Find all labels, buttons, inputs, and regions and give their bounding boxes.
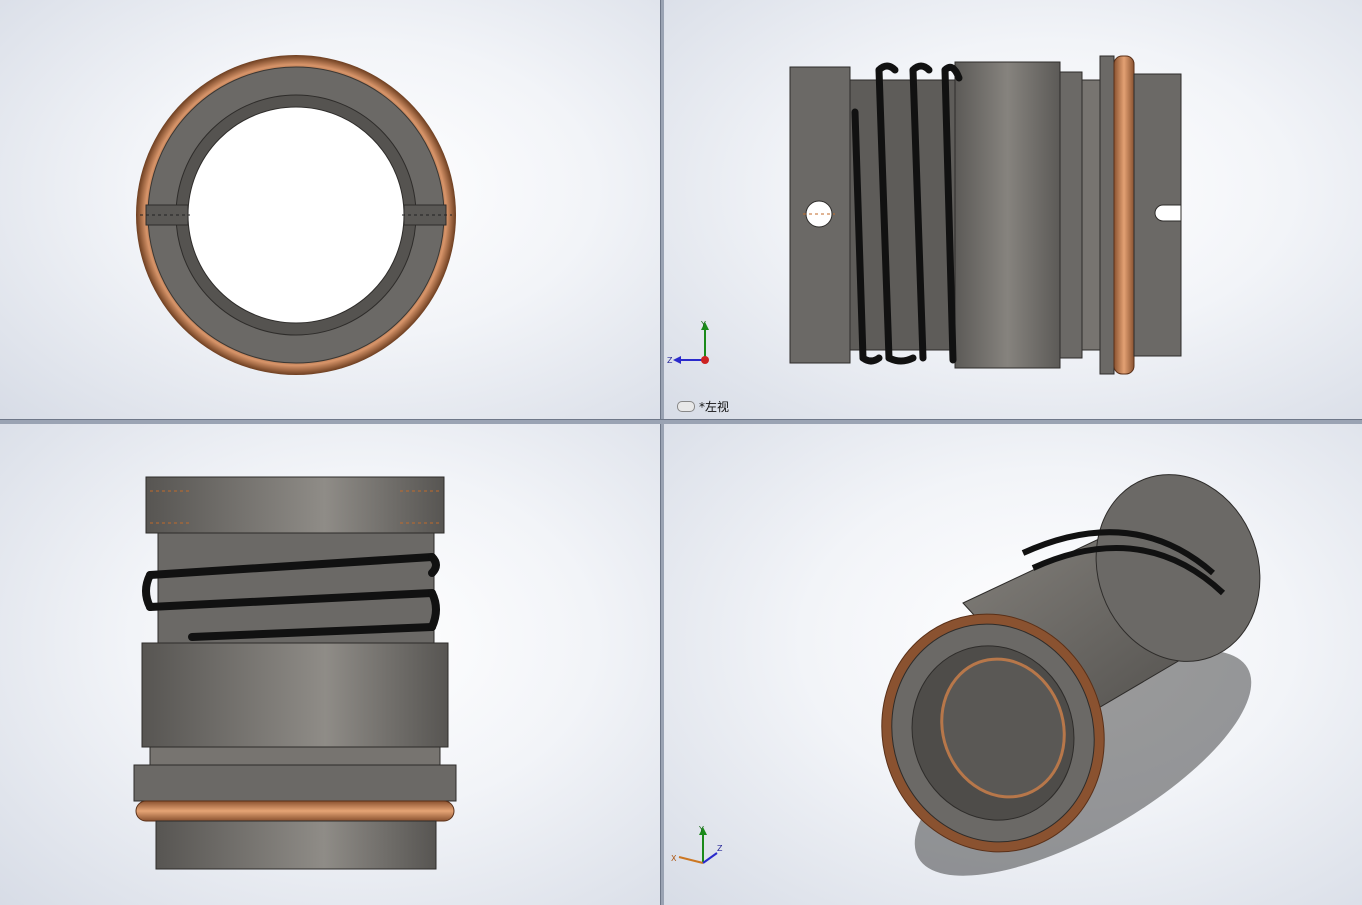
viewport-front[interactable] (0, 0, 660, 419)
step-2 (1081, 79, 1101, 351)
isometric-view-drawing (881, 474, 1261, 876)
svg-text:Z: Z (667, 356, 673, 365)
vertical-splitter[interactable] (660, 0, 664, 905)
mid-body (141, 642, 449, 748)
mid-body (954, 61, 1061, 369)
spring-seat (849, 79, 956, 351)
collar (1099, 55, 1115, 375)
collar (133, 764, 457, 802)
viewport-isometric[interactable]: Y X Z (663, 423, 1362, 905)
view-name-label[interactable]: *左视 (677, 398, 729, 415)
svg-text:X: X (671, 854, 677, 863)
view-name-text: *左视 (699, 400, 730, 414)
svg-text:Z: Z (717, 844, 723, 853)
copper-ring-top (135, 800, 455, 822)
bottom-end (155, 820, 437, 870)
top-view-drawing (133, 476, 457, 870)
left-view-drawing (789, 55, 1182, 375)
svg-text:Y: Y (700, 320, 706, 329)
svg-text:Y: Y (698, 825, 704, 834)
viewport-top[interactable] (0, 423, 660, 905)
step (149, 746, 441, 766)
top-flange (145, 476, 445, 534)
front-view-drawing (136, 55, 456, 375)
axis-triad: Y Z (667, 318, 727, 368)
viewport-left[interactable]: Y Z *左视 (663, 0, 1362, 419)
axis-triad-iso: Y X Z (667, 823, 727, 873)
step-1 (1059, 71, 1083, 359)
side-slot (1154, 204, 1182, 222)
link-icon (677, 401, 695, 412)
horizontal-splitter[interactable] (0, 419, 1362, 424)
copper-ring-side (1113, 55, 1135, 375)
bore (187, 106, 405, 324)
